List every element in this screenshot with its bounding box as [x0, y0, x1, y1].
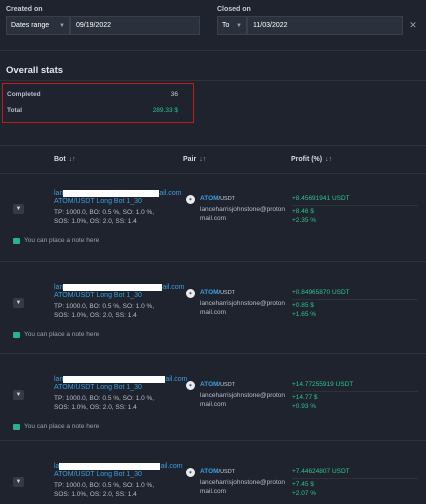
created-date-value: 09/19/2022	[76, 22, 112, 29]
profit-usd: +0.85 $	[292, 302, 314, 309]
closed-on-label: Closed on	[217, 6, 251, 13]
profit-usd: +8.46 $	[292, 208, 314, 215]
divider	[0, 50, 426, 51]
divider	[0, 145, 426, 146]
add-note-link[interactable]: You can place a note here	[13, 423, 99, 430]
bot-name-link[interactable]: ATOM/USDT Long Bot 1_30	[54, 384, 142, 391]
bot-params: TP: 1000.0, BO: 0.5 %, SO: 1.0 %, SOS: 1.…	[54, 482, 155, 498]
closed-mode-select[interactable]: To ▼	[217, 16, 247, 35]
atom-coin-icon: ✶	[186, 195, 195, 204]
profit-usdt: +0.84965870 USDT	[292, 289, 350, 296]
column-header-profit[interactable]: Profit (%) ↓↑	[291, 156, 332, 163]
profit-usdt: +8.45691941 USDT	[292, 195, 350, 202]
bot-name-link[interactable]: ATOM/USDT Long Bot 1_30	[54, 471, 142, 478]
chevron-down-icon: ▼	[15, 392, 22, 398]
chevron-down-icon: ▼	[15, 206, 22, 212]
pair-symbol: ATOM/USDT	[200, 195, 236, 202]
close-icon[interactable]: ✕	[406, 18, 420, 32]
pair-owner-email: lanceharrisjohnstone@protonmail.com	[200, 479, 286, 495]
add-note-link[interactable]: You can place a note here	[13, 237, 99, 244]
bot-params: TP: 1000.0, BO: 0.5 %, SO: 1.0 %, SOS: 1.…	[54, 209, 155, 225]
total-label: Total	[7, 107, 23, 114]
pair-owner-email: lanceharrisjohnstone@protonmail.com	[200, 300, 286, 316]
redacted-block	[63, 376, 166, 383]
pair-owner-email: lanceharrisjohnstone@protonmail.com	[200, 392, 286, 408]
bot-owner-email: lan ail.com	[54, 190, 182, 197]
atom-coin-icon: ✶	[186, 381, 195, 390]
atom-coin-icon: ✶	[186, 289, 195, 298]
closed-date-input[interactable]: 11/03/2022	[247, 16, 403, 35]
expand-row-button[interactable]: ▼	[13, 477, 24, 487]
sort-icon: ↓↑	[325, 156, 333, 163]
row-divider	[0, 261, 426, 262]
profit-usdt: +7.44624807 USDT	[292, 468, 350, 475]
bot-owner-email: la ail.com	[54, 463, 183, 470]
divider	[292, 478, 418, 479]
completed-value: 36	[170, 91, 178, 98]
bot-params: TP: 1000.0, BO: 0.5 %, SO: 1.0 %, SOS: 1.…	[54, 395, 155, 411]
comment-icon	[13, 237, 20, 244]
chevron-down-icon: ▼	[15, 300, 22, 306]
divider	[292, 299, 418, 300]
profit-usd: +7.45 $	[292, 481, 314, 488]
redacted-block	[63, 284, 163, 291]
closed-on-filter: To ▼ 11/03/2022	[217, 16, 403, 35]
expand-row-button[interactable]: ▼	[13, 298, 24, 308]
divider	[292, 391, 418, 392]
overall-stats-box	[2, 83, 194, 123]
expand-row-button[interactable]: ▼	[13, 204, 24, 214]
bot-owner-email: lan ail.com	[54, 376, 188, 383]
sort-icon: ↓↑	[68, 156, 76, 163]
profit-usd: +14.77 $	[292, 394, 318, 401]
atom-coin-icon: ✶	[186, 468, 195, 477]
expand-row-button[interactable]: ▼	[13, 390, 24, 400]
chevron-down-icon: ▼	[236, 22, 242, 29]
pair-symbol: ATOM/USDT	[200, 289, 236, 296]
bot-name-link[interactable]: ATOM/USDT Long Bot 1_30	[54, 292, 142, 299]
divider	[0, 173, 426, 174]
row-divider	[0, 440, 426, 441]
profit-percent: +2.35 %	[292, 217, 317, 224]
chevron-down-icon: ▼	[59, 22, 65, 29]
created-on-label: Created on	[6, 6, 43, 13]
pair-symbol: ATOM/USDT	[200, 381, 236, 388]
bot-params: TP: 1000.0, BO: 0.5 %, SO: 1.0 %, SOS: 1.…	[54, 303, 155, 319]
column-header-pair[interactable]: Pair ↓↑	[183, 156, 206, 163]
add-note-link[interactable]: You can place a note here	[13, 331, 99, 338]
closed-date-value: 11/03/2022	[253, 22, 288, 29]
redacted-block	[59, 463, 161, 470]
row-divider	[0, 353, 426, 354]
profit-percent: +0.93 %	[292, 403, 317, 410]
completed-label: Completed	[7, 91, 41, 98]
comment-icon	[13, 423, 20, 430]
total-value: 289.33 $	[152, 107, 178, 114]
closed-mode-value: To	[222, 22, 230, 29]
profit-percent: +1.65 %	[292, 311, 317, 318]
profit-usdt: +14.77255919 USDT	[292, 381, 354, 388]
chevron-down-icon: ▼	[15, 479, 22, 485]
bot-owner-email: lan ail.com	[54, 284, 185, 291]
created-date-input[interactable]: 09/19/2022	[70, 16, 200, 35]
overall-stats-title: Overall stats	[6, 65, 64, 76]
created-mode-value: Dates range	[11, 22, 50, 29]
divider	[0, 80, 426, 81]
pair-owner-email: lanceharrisjohnstone@protonmail.com	[200, 206, 286, 222]
pair-symbol: ATOM/USDT	[200, 468, 236, 475]
sort-icon: ↓↑	[199, 156, 207, 163]
divider	[292, 205, 418, 206]
comment-icon	[13, 331, 20, 338]
profit-percent: +2.07 %	[292, 490, 317, 497]
created-on-filter: Dates range ▼ 09/19/2022	[6, 16, 200, 35]
column-header-bot[interactable]: Bot ↓↑	[54, 156, 76, 163]
bot-name-link[interactable]: ATOM/USDT Long Bot 1_30	[54, 198, 142, 205]
created-mode-select[interactable]: Dates range ▼	[6, 16, 70, 35]
redacted-block	[63, 190, 160, 197]
